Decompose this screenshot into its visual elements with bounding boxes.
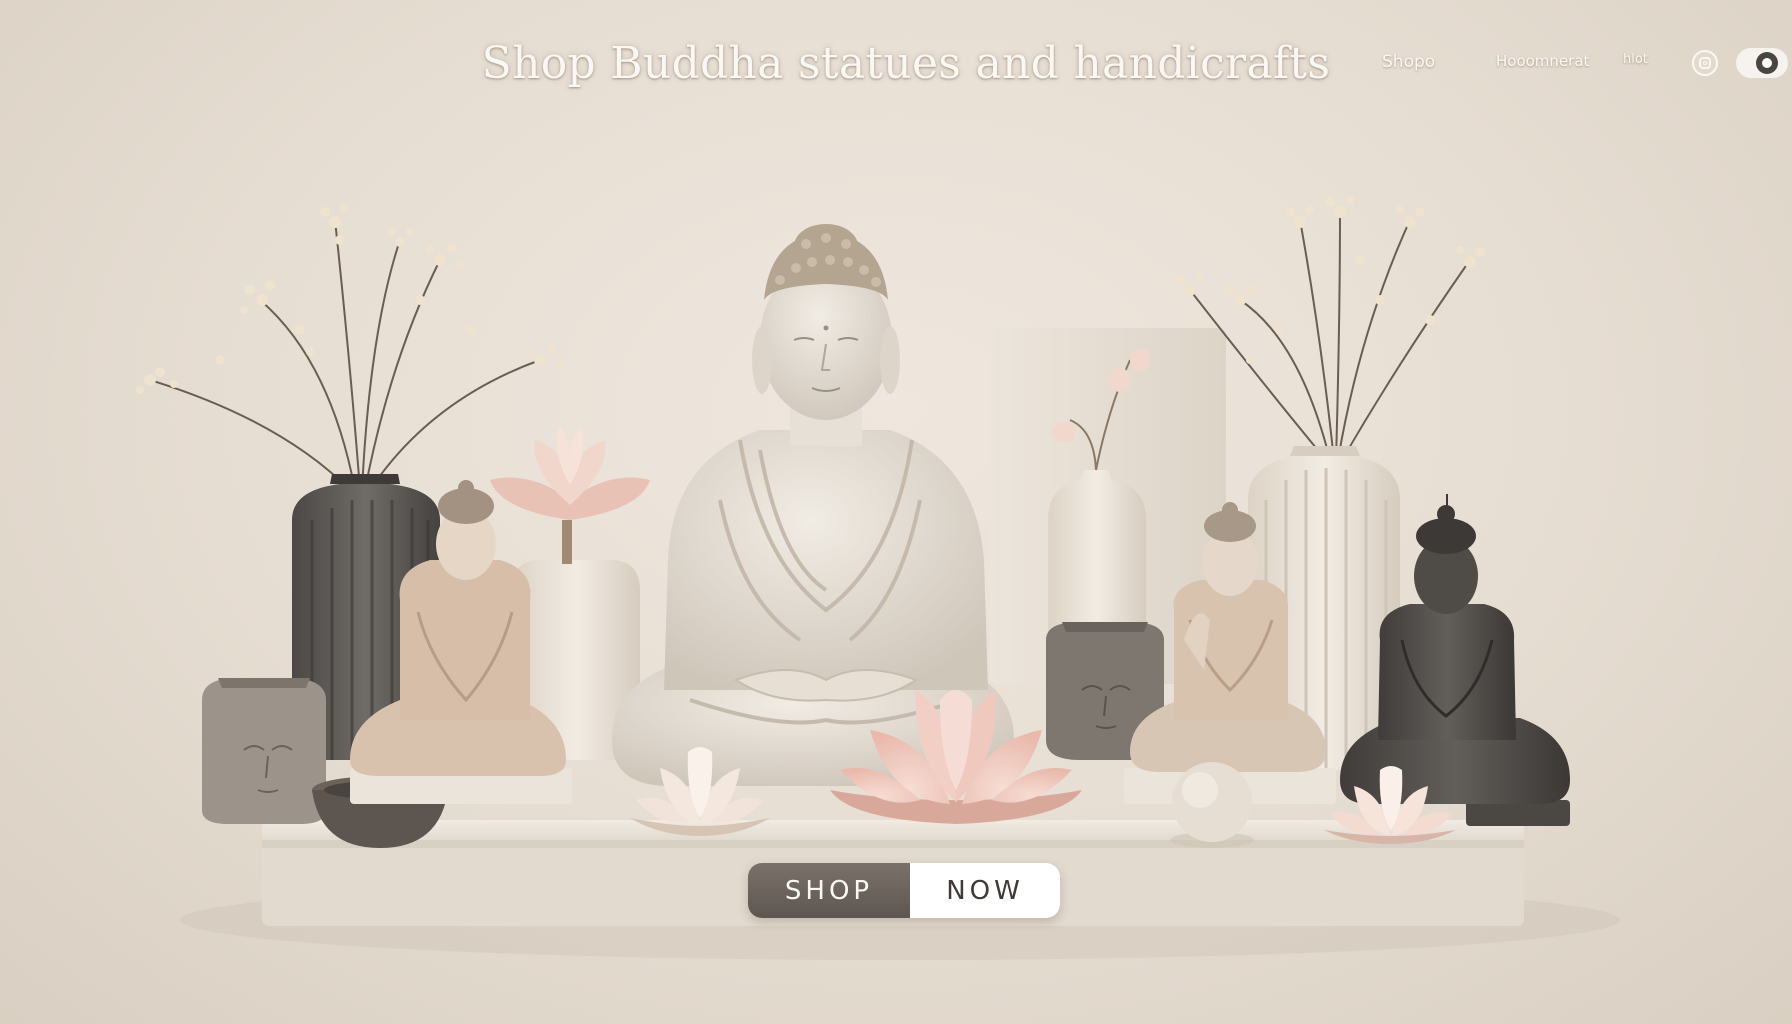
shop-now-right-label: NOW [910, 863, 1060, 918]
top-nav: Shopo Hooomnerat hlot [0, 52, 1792, 82]
lotus-flower-raised [490, 425, 650, 520]
shop-now-button[interactable]: SHOP NOW [748, 863, 1060, 918]
left-dried-flowers [149, 219, 541, 491]
theme-toggle[interactable] [1736, 48, 1788, 78]
toggle-knob [1756, 52, 1778, 74]
instagram-glyph [1699, 57, 1711, 69]
instagram-icon[interactable] [1692, 50, 1718, 76]
right-dried-flowers [1189, 209, 1471, 461]
face-jar-left [202, 678, 326, 824]
nav-link-shop[interactable]: Shopo [1382, 52, 1435, 72]
nav-link-handmade[interactable]: Hooomnerat [1496, 52, 1589, 70]
stone-sphere [1170, 762, 1254, 848]
nav-link-about[interactable]: hlot [1623, 52, 1648, 67]
shop-now-left-label: SHOP [748, 863, 910, 918]
